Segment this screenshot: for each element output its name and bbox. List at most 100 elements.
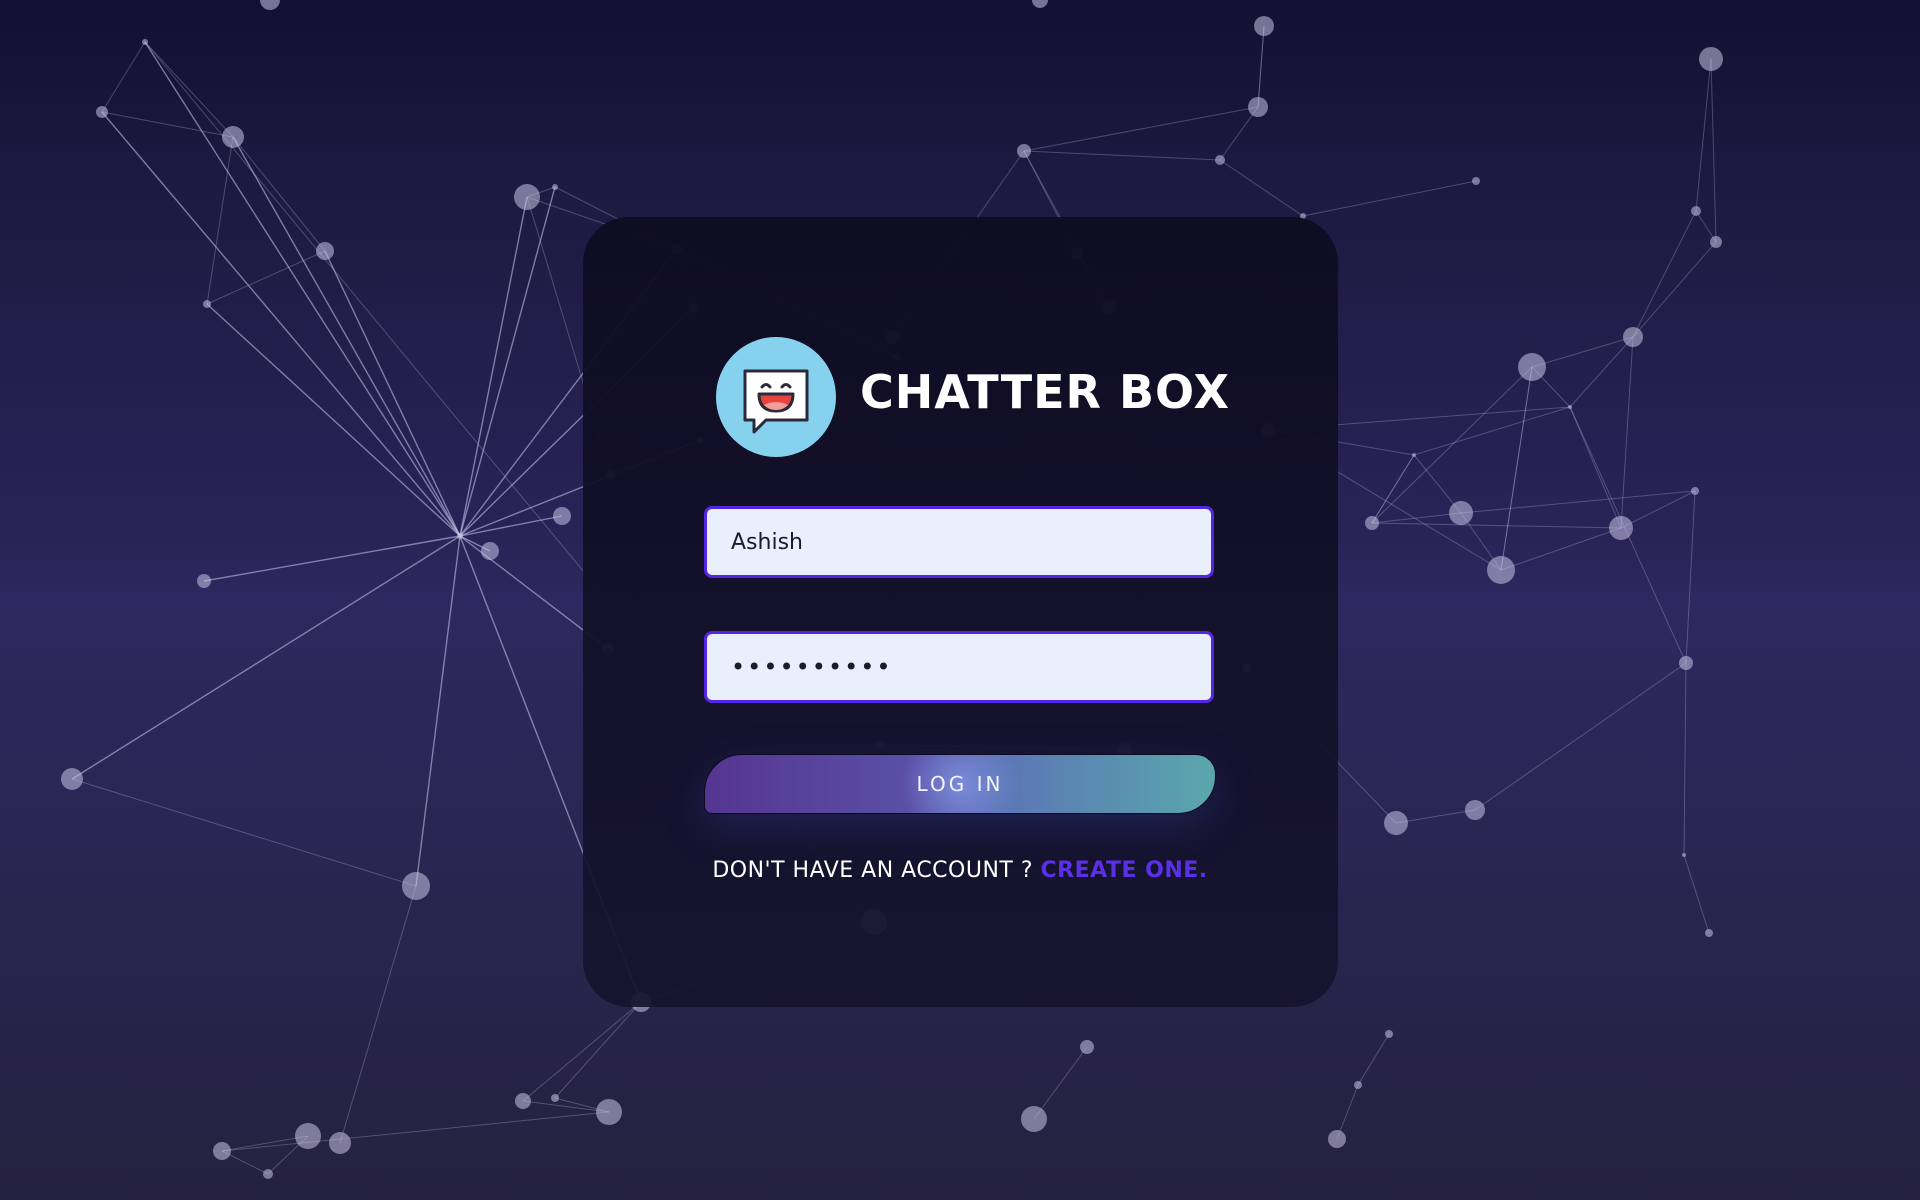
network-node — [481, 542, 499, 560]
network-node — [1254, 16, 1274, 36]
network-link — [221, 1111, 610, 1152]
network-node — [1710, 236, 1722, 248]
network-node — [1449, 501, 1473, 525]
network-link — [554, 1001, 642, 1099]
network-link — [415, 535, 461, 887]
login-card — [583, 217, 1338, 1007]
network-node — [1699, 47, 1723, 71]
network-node — [1384, 811, 1408, 835]
network-node — [96, 106, 108, 118]
network-node — [1472, 177, 1480, 185]
network-node — [1691, 487, 1699, 495]
network-node — [142, 39, 148, 45]
network-link — [206, 136, 234, 305]
network-link — [1683, 854, 1710, 934]
laughing-chat-bubble-icon — [743, 369, 809, 434]
network-link — [522, 1001, 642, 1102]
network-node — [1568, 405, 1572, 409]
network-link — [324, 250, 461, 537]
network-link — [1219, 159, 1304, 217]
network-link — [1531, 336, 1634, 368]
network-link — [1710, 58, 1717, 243]
network-link — [1371, 512, 1462, 524]
network-link — [459, 515, 563, 537]
network-link — [1569, 336, 1634, 408]
network-link — [1632, 241, 1717, 338]
network-link — [101, 111, 461, 537]
network-link — [1023, 150, 1221, 161]
app-title: CHATTER BOX — [860, 365, 1230, 419]
network-node — [263, 1169, 273, 1179]
network-node — [1385, 1030, 1393, 1038]
network-link — [1033, 1046, 1088, 1120]
network-link — [522, 1100, 610, 1113]
network-node — [515, 1093, 531, 1109]
network-node — [1215, 155, 1225, 165]
network-link — [1683, 662, 1687, 856]
network-node — [1080, 1040, 1094, 1054]
logo — [716, 337, 836, 457]
username-input[interactable] — [704, 506, 1214, 578]
create-account-link[interactable]: CREATE ONE. — [1041, 858, 1208, 883]
network-link — [1371, 366, 1533, 524]
network-node — [1021, 1106, 1047, 1132]
network-node — [1691, 206, 1701, 216]
network-node — [1032, 0, 1048, 8]
network-node — [61, 768, 83, 790]
network-node — [1248, 97, 1268, 117]
network-node — [1365, 516, 1379, 530]
network-link — [1460, 490, 1696, 514]
network-link — [232, 136, 326, 252]
password-input[interactable] — [704, 631, 1214, 703]
network-link — [1474, 662, 1687, 811]
network-node — [203, 300, 211, 308]
network-link — [1023, 106, 1259, 152]
network-node — [1017, 144, 1031, 158]
network-node — [1609, 516, 1633, 540]
network-node — [553, 507, 571, 525]
network-link — [339, 885, 417, 1144]
network-node — [222, 126, 244, 148]
network-link — [101, 41, 146, 113]
network-link — [1302, 180, 1477, 217]
signup-prompt-text: DON'T HAVE AN ACCOUNT ? — [712, 858, 1034, 883]
network-link — [1395, 809, 1476, 824]
network-link — [1632, 210, 1697, 338]
network-link — [1569, 406, 1622, 529]
network-node — [457, 533, 463, 539]
network-node — [1487, 556, 1515, 584]
network-link — [71, 535, 461, 780]
network-link — [1695, 58, 1712, 212]
network-link — [459, 196, 528, 537]
network-node — [213, 1142, 231, 1160]
network-node — [1682, 853, 1686, 857]
network-node — [596, 1099, 622, 1125]
network-link — [459, 186, 556, 537]
network-node — [1518, 353, 1546, 381]
network-link — [1500, 366, 1533, 571]
network-node — [1705, 929, 1713, 937]
network-node — [1412, 453, 1416, 457]
network-node — [1328, 1130, 1346, 1148]
network-link — [144, 41, 461, 537]
network-node — [329, 1132, 351, 1154]
network-node — [1679, 656, 1693, 670]
network-link — [71, 778, 417, 887]
network-link — [1357, 1033, 1390, 1086]
network-node — [197, 574, 211, 588]
network-link — [203, 535, 461, 582]
network-link — [1413, 406, 1571, 456]
network-link — [1500, 527, 1622, 571]
network-link — [1371, 522, 1622, 529]
network-link — [1685, 490, 1696, 664]
network-node — [1465, 800, 1485, 820]
network-node — [514, 184, 540, 210]
signup-prompt-line: DON'T HAVE AN ACCOUNT ? CREATE ONE. — [704, 858, 1216, 883]
network-node — [551, 1094, 559, 1102]
network-node — [1354, 1081, 1362, 1089]
network-node — [552, 184, 558, 190]
login-button[interactable]: LOG IN — [704, 754, 1216, 814]
network-node — [260, 0, 280, 10]
network-link — [232, 136, 461, 537]
network-link — [1371, 454, 1415, 524]
